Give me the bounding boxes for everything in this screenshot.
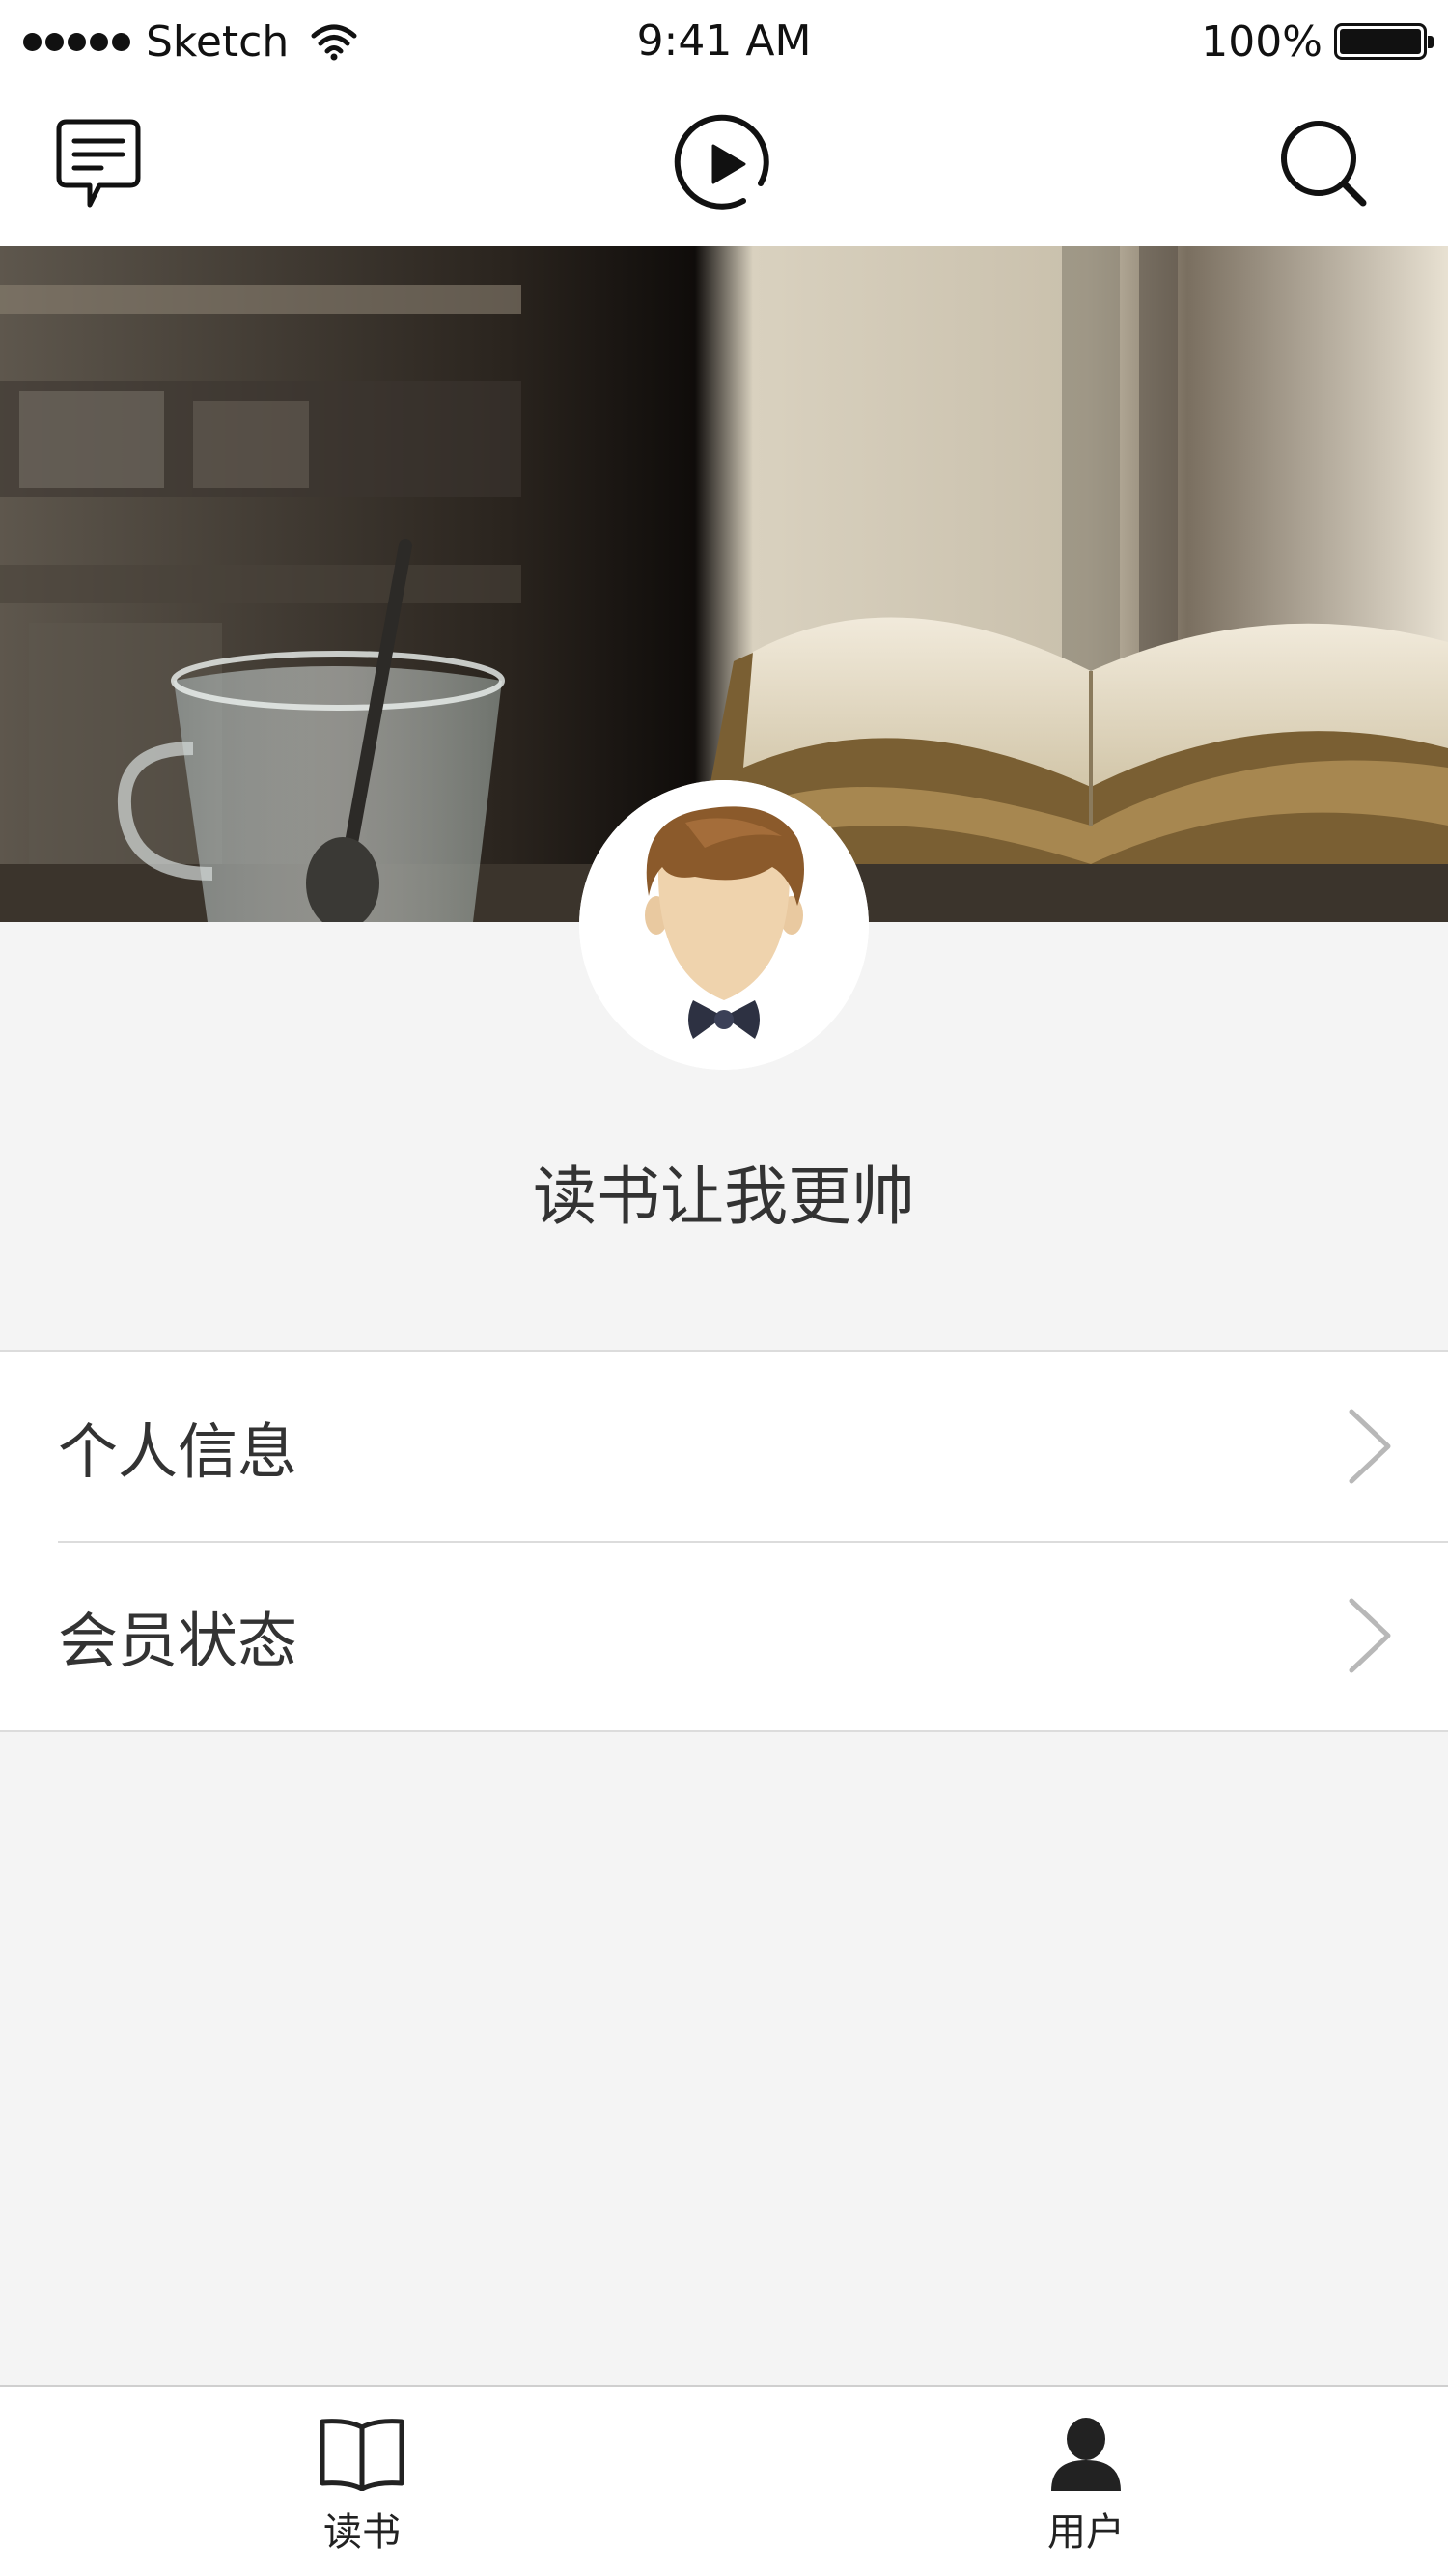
nav-bar: [0, 82, 1448, 246]
profile-screen: Sketch 9:41 AM 100% 读书让我更帅 个人信息 会员状态 读书 …: [0, 0, 1448, 2576]
status-bar: Sketch 9:41 AM 100%: [0, 0, 1448, 82]
message-icon: [56, 119, 141, 208]
tab-bar: 读书 用户: [0, 2385, 1448, 2576]
menu-item-label: 个人信息: [58, 1416, 298, 1487]
battery-icon: [1334, 23, 1434, 60]
menu-item-membership-status[interactable]: 会员状态: [0, 1541, 1448, 1730]
tab-label: 用户: [1047, 2510, 1125, 2555]
chevron-right-icon: [1349, 1598, 1391, 1673]
search-icon: [1281, 121, 1367, 207]
menu-item-label: 会员状态: [58, 1606, 298, 1676]
chevron-right-icon: [1349, 1409, 1391, 1484]
messages-button[interactable]: [36, 101, 161, 227]
tab-reading[interactable]: 读书: [0, 2387, 724, 2576]
avatar[interactable]: [579, 780, 869, 1070]
tab-user[interactable]: 用户: [724, 2387, 1448, 2576]
search-button[interactable]: [1262, 101, 1387, 227]
settings-menu: 个人信息 会员状态: [0, 1350, 1448, 1732]
battery-percent: 100%: [1201, 16, 1323, 67]
menu-item-personal-info[interactable]: 个人信息: [0, 1352, 1448, 1541]
play-button[interactable]: [661, 101, 787, 227]
user-icon: [1051, 2418, 1121, 2491]
tab-label: 读书: [323, 2510, 401, 2555]
avatar-man-bowtie-icon: [579, 780, 869, 1070]
play-circle-icon: [674, 114, 769, 210]
book-icon: [320, 2419, 404, 2491]
status-right: 100%: [1201, 14, 1434, 70]
profile-name: 读书让我更帅: [533, 1160, 915, 1234]
